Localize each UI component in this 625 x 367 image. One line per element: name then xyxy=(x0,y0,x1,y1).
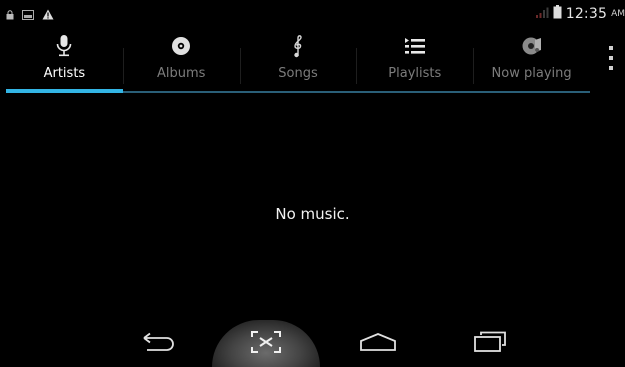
screenshot-icon xyxy=(250,330,282,358)
warning-icon xyxy=(42,5,54,24)
playlist-icon xyxy=(404,34,426,58)
clock-time: 12:35 xyxy=(565,5,608,22)
signal-icon xyxy=(535,4,549,23)
microphone-icon xyxy=(56,34,72,58)
battery-icon xyxy=(553,4,562,23)
tab-label: Playlists xyxy=(388,66,442,81)
status-bar: 12:35 AM xyxy=(0,0,625,25)
tab-label: Now playing xyxy=(491,66,572,81)
image-icon xyxy=(22,5,34,24)
recent-apps-button[interactable] xyxy=(450,320,530,367)
tab-label: Albums xyxy=(156,66,206,81)
tab-selected-indicator xyxy=(6,89,123,93)
system-status: 12:35 AM xyxy=(535,4,625,23)
navigation-bar xyxy=(0,320,625,367)
overflow-dot xyxy=(609,46,613,50)
clock-ampm: AM xyxy=(611,8,625,19)
tab-albums[interactable]: Albums xyxy=(122,30,240,94)
disc-icon xyxy=(171,34,191,58)
music-note-icon xyxy=(291,34,305,58)
tab-playlists[interactable]: Playlists xyxy=(356,30,473,94)
notification-icons xyxy=(6,5,54,24)
library-tabs: Artists Albums Songs Playlists Now playi… xyxy=(6,30,590,94)
overflow-menu-button[interactable] xyxy=(604,46,618,70)
tab-label: Songs xyxy=(278,66,318,81)
home-button[interactable] xyxy=(338,320,418,367)
overflow-dot xyxy=(609,56,613,60)
tab-songs[interactable]: Songs xyxy=(239,30,357,94)
tab-artists[interactable]: Artists xyxy=(6,30,123,94)
overflow-dot xyxy=(609,66,613,70)
empty-state-message: No music. xyxy=(275,205,350,223)
lock-icon xyxy=(6,5,14,24)
screenshot-button[interactable] xyxy=(226,320,306,367)
back-button[interactable] xyxy=(118,320,198,367)
back-icon xyxy=(141,332,175,356)
tab-now-playing[interactable]: Now playing xyxy=(473,30,590,94)
now-playing-icon xyxy=(521,34,543,58)
recent-apps-icon xyxy=(473,331,507,357)
tab-label: Artists xyxy=(43,66,86,81)
home-icon xyxy=(359,332,397,356)
